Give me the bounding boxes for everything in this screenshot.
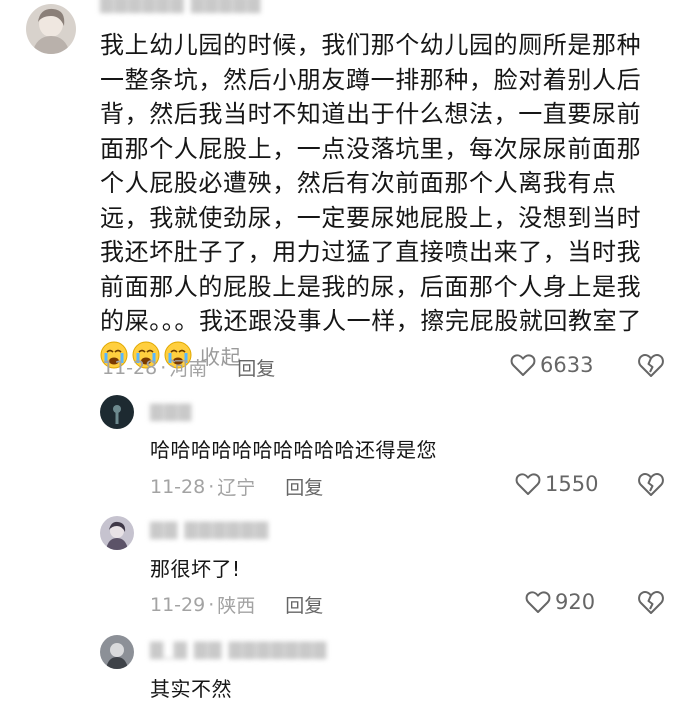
comment-region: 陕西 — [217, 595, 256, 617]
avatar[interactable] — [100, 395, 134, 429]
reply-text: 哈哈哈哈哈哈哈哈哈哈还得是您 — [150, 438, 437, 462]
comment-region: 河南 — [169, 358, 208, 380]
comment-text-content: 我上幼儿园的时候，我们那个幼儿园的厕所是那种一整条坑，然后小朋友蹲一排那种，脸对… — [100, 31, 642, 335]
username[interactable]: ▇▇▇▇▇▇ ▇▇▇▇▇ — [100, 0, 261, 14]
comment-meta: 11-29 · 陕西 回复 — [150, 591, 323, 618]
reply-button[interactable]: 回复 — [285, 473, 323, 500]
reply-button[interactable]: 回复 — [237, 354, 275, 381]
dislike-button[interactable] — [637, 589, 667, 617]
broken-heart-icon — [638, 473, 664, 496]
like-count: 6633 — [540, 353, 594, 377]
avatar[interactable] — [100, 635, 134, 669]
comment-meta: 11-28 · 辽宁 回复 — [150, 473, 323, 500]
separator-dot: · — [160, 356, 167, 379]
separator-dot: · — [208, 593, 215, 616]
like-count: 1550 — [545, 472, 599, 496]
comment-date: 11-28 — [102, 356, 158, 379]
like-button[interactable]: 1550 — [515, 472, 598, 496]
broken-heart-icon — [638, 591, 664, 614]
avatar[interactable] — [100, 516, 134, 550]
like-count: 920 — [555, 590, 596, 614]
heart-outline-icon — [510, 354, 536, 376]
reply-button[interactable]: 回复 — [285, 591, 323, 618]
avatar[interactable] — [26, 4, 76, 54]
separator-dot: · — [208, 475, 215, 498]
like-button[interactable]: 6633 — [510, 353, 593, 377]
comment-meta: 11-28 · 河南 回复 — [102, 354, 275, 381]
username[interactable]: ▇_▇ ▇▇ ▇▇▇▇▇▇▇ — [150, 640, 327, 660]
like-button[interactable]: 920 — [525, 590, 595, 614]
username[interactable]: ▇▇▇ — [150, 402, 192, 422]
heart-outline-icon — [515, 473, 541, 495]
dislike-button[interactable] — [637, 471, 667, 499]
username[interactable]: ▇▇ ▇▇▇▇▇▇ — [150, 520, 269, 540]
reply-text: 那很坏了! — [150, 557, 241, 581]
comment-text: 我上幼儿园的时候，我们那个幼儿园的厕所是那种一整条坑，然后小朋友蹲一排那种，脸对… — [100, 28, 660, 374]
broken-heart-icon — [638, 354, 664, 377]
comment-date: 11-28 — [150, 475, 206, 498]
comment-date: 11-29 — [150, 593, 206, 616]
heart-outline-icon — [525, 591, 551, 613]
reply-text: 其实不然 — [150, 677, 232, 701]
comment-region: 辽宁 — [217, 477, 256, 499]
dislike-button[interactable] — [637, 352, 667, 380]
